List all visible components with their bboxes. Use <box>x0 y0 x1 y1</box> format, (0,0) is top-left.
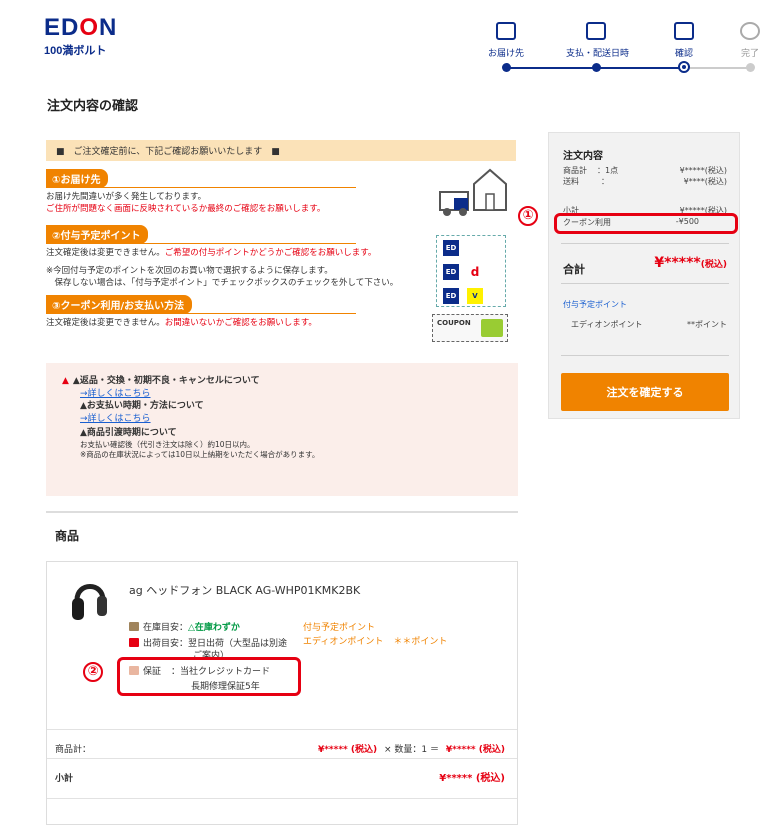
section-delivery-label: ①お届け先 <box>46 169 109 188</box>
step-complete: 完了 <box>720 22 780 59</box>
policy-notice: ▲ ▲返品・交換・初期不良・キャンセルについて →詳しくはこちら ▲お支払い時期・… <box>46 363 518 496</box>
edion-logo[interactable]: EDON 100満ボルト <box>44 16 117 58</box>
calendar-icon <box>129 638 139 647</box>
subtotal-calc: ¥***** (税込) × 数量：1 ＝ ¥***** (税込) <box>317 745 505 755</box>
delivery-timing-heading: ▲商品引渡時期について <box>80 428 177 438</box>
step-dot <box>502 63 511 72</box>
section-divider <box>46 511 518 513</box>
v-point-icon: V <box>467 288 483 304</box>
page-title: 注文内容の確認 <box>47 99 139 114</box>
step-confirm: 確認 <box>654 22 714 59</box>
product-name[interactable]: ag ヘッドフォン BLACK AG-WHP01KMK2BK <box>129 582 360 598</box>
summary-points-name: エディオンポイント <box>571 320 643 329</box>
edion-point-icon: ED <box>443 240 459 256</box>
returns-heading: ▲ ▲返品・交換・初期不良・キャンセルについて <box>62 376 260 386</box>
highlight-box-1 <box>554 213 738 234</box>
summary-items-label: 商品計 ：1点 <box>563 166 619 175</box>
product-points-row: エディオンポイント ＊＊ポイント <box>303 637 448 647</box>
payment-timing-heading: ▲お支払い時期・方法について <box>80 401 204 411</box>
logo-subtitle: 100満ボルト <box>44 45 107 57</box>
summary-items-value: ¥*****(税込) <box>679 166 727 175</box>
product-points-title: 付与予定ポイント <box>303 623 376 633</box>
check-circle-icon <box>740 22 760 40</box>
divider <box>561 355 729 356</box>
logo-accent: O <box>79 14 100 41</box>
delivery-timing-note-2: ※商品の在庫状況によっては10日以上納期をいただく場合があります。 <box>80 450 320 459</box>
summary-shipping-value: ¥****(税込) <box>683 177 727 186</box>
headphone-image[interactable] <box>69 576 111 624</box>
annotation-badge-1: ① <box>518 206 538 226</box>
confirm-order-button[interactable]: 注文を確定する <box>561 373 729 411</box>
box-icon <box>129 622 139 631</box>
checkout-steps: お届け先 支払・配送日時 確認 完了 <box>480 22 780 73</box>
step-payment: 支払・配送日時 <box>566 22 629 59</box>
divider <box>47 758 517 759</box>
goods-title: 商品 <box>55 529 80 543</box>
summary-points-title: 付与予定ポイント <box>563 300 627 309</box>
logo-text-end: N <box>99 14 118 41</box>
annotation-badge-2: ② <box>83 662 103 682</box>
calendar-icon <box>586 22 606 40</box>
returns-details-link[interactable]: →詳しくはこちら <box>80 388 502 400</box>
step-dot-current <box>678 61 690 73</box>
highlight-box-2 <box>117 657 301 696</box>
warning-icon: ▲ <box>62 376 69 386</box>
progress-line-remaining <box>684 67 752 69</box>
edion-point-icon: ED <box>443 264 459 280</box>
stock-row: 在庫目安：△在庫わずか <box>129 620 240 633</box>
section-coupon-label: ③クーポン利用/お支払い方法 <box>46 295 193 314</box>
coupon-illustration: COUPON <box>432 314 508 342</box>
money-icon <box>481 319 503 337</box>
confirmation-notice: ■ ご注文確定前に、下記ご確認お願いいたします ■ ①お届け先 お届け先間違いが… <box>46 140 516 342</box>
logo-text: ED <box>44 14 80 41</box>
divider <box>561 243 729 244</box>
edion-point-icon: ED <box>443 288 459 304</box>
truck-house-illustration <box>439 168 507 216</box>
divider <box>47 729 517 730</box>
d-point-icon: d <box>470 265 480 279</box>
delivery-timing-note: お支払い確認後（代引き注文は除く）約10日以内。 <box>80 440 255 449</box>
section-points-label: ②付与予定ポイント <box>46 225 149 244</box>
notice-header: ■ ご注文確定前に、下記ご確認お願いいたします ■ <box>46 140 516 161</box>
product-card: ag ヘッドフォン BLACK AG-WHP01KMK2BK 在庫目安：△在庫わ… <box>46 561 518 825</box>
point-logos: ED ED d ED V <box>436 235 506 307</box>
step-dot <box>592 63 601 72</box>
divider <box>47 798 517 799</box>
divider <box>561 283 729 284</box>
total-value: ¥*****(税込) <box>654 255 727 271</box>
subtotal-label: 商品計： <box>55 745 92 755</box>
summary-points-value: **ポイント <box>687 320 727 329</box>
list-icon <box>674 22 694 40</box>
small-total-value: ¥***** (税込) <box>439 773 505 784</box>
order-summary: 注文内容 商品計 ：1点 ¥*****(税込) 送料： ¥****(税込) 小計 … <box>548 132 740 419</box>
step-delivery: お届け先 <box>476 22 536 59</box>
total-label: 合計 <box>563 263 585 276</box>
summary-title: 注文内容 <box>563 151 603 162</box>
summary-shipping-label: 送料： <box>563 177 609 186</box>
truck-icon <box>496 22 516 40</box>
step-dot <box>746 63 755 72</box>
payment-details-link[interactable]: →詳しくはこちら <box>80 413 502 425</box>
small-total-label: 小計 <box>55 774 74 784</box>
